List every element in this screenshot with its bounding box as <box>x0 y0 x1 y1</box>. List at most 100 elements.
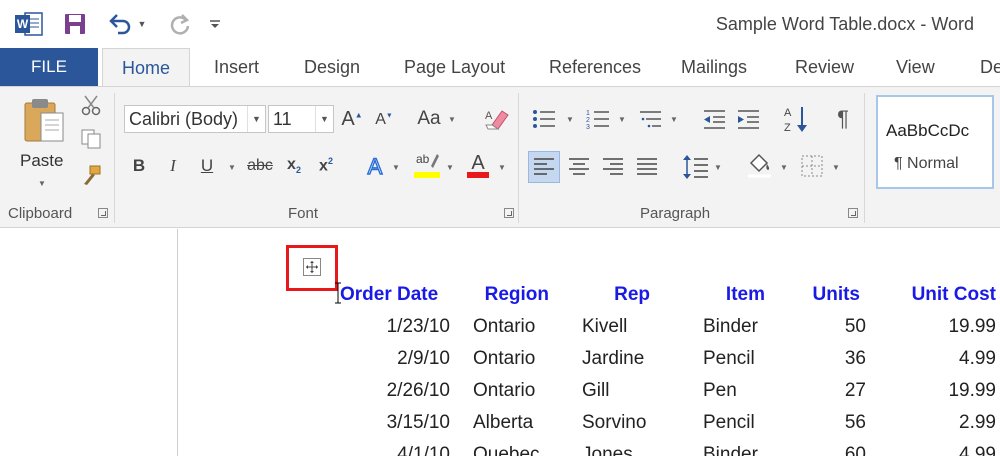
paste-dropdown-icon[interactable]: ▼ <box>38 179 46 188</box>
column-header-region[interactable]: Region <box>485 284 549 306</box>
borders-button[interactable] <box>798 151 826 181</box>
justify-button[interactable] <box>634 153 660 181</box>
table-cell-rep[interactable]: Kivell <box>582 316 627 338</box>
shrink-font-button[interactable]: A▼ <box>372 107 396 133</box>
numbering-dropdown-icon[interactable]: ▼ <box>618 115 626 124</box>
bullets-button[interactable] <box>530 105 558 133</box>
superscript-button[interactable]: x2 <box>314 153 338 179</box>
shading-button[interactable] <box>744 149 774 181</box>
font-family-combo[interactable]: Calibri (Body) ▼ <box>124 105 266 133</box>
multilevel-list-dropdown-icon[interactable]: ▼ <box>670 115 678 124</box>
paste-label[interactable]: Paste <box>20 151 63 171</box>
paragraph-launcher-icon[interactable] <box>848 208 858 218</box>
align-center-button[interactable] <box>566 153 592 181</box>
table-cell-order-date[interactable]: 3/15/10 <box>387 412 450 434</box>
table-move-handle[interactable] <box>303 258 321 276</box>
text-effects-button[interactable]: A <box>362 151 388 181</box>
font-launcher-icon[interactable] <box>504 208 514 218</box>
increase-indent-button[interactable] <box>734 105 762 133</box>
highlight-button[interactable]: ab <box>412 149 442 181</box>
align-right-button[interactable] <box>600 153 626 181</box>
shading-dropdown-icon[interactable]: ▼ <box>780 163 788 172</box>
tab-mailings[interactable]: Mailings <box>681 48 747 86</box>
table-cell-units[interactable]: 27 <box>845 380 866 402</box>
customize-qat-icon[interactable] <box>206 9 224 39</box>
line-spacing-dropdown-icon[interactable]: ▼ <box>714 163 722 172</box>
column-header-item[interactable]: Item <box>726 284 765 306</box>
tab-page-layout[interactable]: Page Layout <box>404 48 505 86</box>
font-size-combo[interactable]: 11 ▼ <box>268 105 334 133</box>
sort-button[interactable]: A Z <box>782 103 810 135</box>
clipboard-launcher-icon[interactable] <box>98 208 108 218</box>
align-left-button[interactable] <box>528 151 560 183</box>
tab-design[interactable]: Design <box>304 48 360 86</box>
column-header-rep[interactable]: Rep <box>614 284 650 306</box>
table-cell-order-date[interactable]: 2/26/10 <box>387 380 450 402</box>
tab-developer[interactable]: De <box>980 48 1000 86</box>
chevron-down-icon[interactable]: ▼ <box>315 106 333 132</box>
table-cell-item[interactable]: Pencil <box>703 348 755 370</box>
underline-dropdown-icon[interactable]: ▼ <box>228 163 236 172</box>
paste-button[interactable] <box>18 93 70 147</box>
undo-button[interactable]: ▼ <box>104 9 150 39</box>
table-cell-region[interactable]: Quebec <box>473 444 540 456</box>
change-case-button[interactable]: Aa <box>414 105 444 133</box>
style-normal-tile[interactable]: AaBbCcDc ¶ Normal <box>876 95 994 189</box>
grow-font-button[interactable]: A▲ <box>340 105 364 133</box>
tab-home[interactable]: Home <box>102 48 190 87</box>
table-cell-unit-cost[interactable]: 19.99 <box>948 316 996 338</box>
text-effects-dropdown-icon[interactable]: ▼ <box>392 163 400 172</box>
cut-button[interactable] <box>78 93 104 117</box>
clear-formatting-button[interactable]: A <box>482 105 510 133</box>
table-cell-unit-cost[interactable]: 4.99 <box>959 444 996 456</box>
table-cell-order-date[interactable]: 2/9/10 <box>397 348 450 370</box>
tab-review[interactable]: Review <box>795 48 854 86</box>
column-header-unit-cost[interactable]: Unit Cost <box>912 284 996 306</box>
bold-button[interactable]: B <box>128 153 150 179</box>
table-cell-units[interactable]: 50 <box>845 316 866 338</box>
table-cell-item[interactable]: Binder <box>703 316 758 338</box>
table-cell-rep[interactable]: Jones <box>582 444 633 456</box>
undo-dropdown-icon[interactable]: ▼ <box>138 19 147 29</box>
decrease-indent-button[interactable] <box>700 105 728 133</box>
table-cell-item[interactable]: Binder <box>703 444 758 456</box>
italic-button[interactable]: I <box>162 153 184 179</box>
table-cell-units[interactable]: 36 <box>845 348 866 370</box>
font-color-dropdown-icon[interactable]: ▼ <box>498 163 506 172</box>
multilevel-list-button[interactable] <box>636 105 664 133</box>
table-cell-item[interactable]: Pencil <box>703 412 755 434</box>
table-cell-region[interactable]: Ontario <box>473 348 535 370</box>
chevron-down-icon[interactable]: ▼ <box>247 106 265 132</box>
table-cell-region[interactable]: Ontario <box>473 316 535 338</box>
table-cell-region[interactable]: Alberta <box>473 412 533 434</box>
table-cell-rep[interactable]: Gill <box>582 380 609 402</box>
column-header-units[interactable]: Units <box>813 284 861 306</box>
table-cell-unit-cost[interactable]: 4.99 <box>959 348 996 370</box>
tab-file[interactable]: FILE <box>0 48 98 86</box>
format-painter-button[interactable] <box>78 163 104 187</box>
table-cell-item[interactable]: Pen <box>703 380 737 402</box>
word-app-icon[interactable]: W <box>14 9 44 39</box>
borders-dropdown-icon[interactable]: ▼ <box>832 163 840 172</box>
tab-insert[interactable]: Insert <box>214 48 259 86</box>
copy-button[interactable] <box>78 127 104 151</box>
underline-button[interactable]: U <box>196 153 218 179</box>
table-cell-rep[interactable]: Sorvino <box>582 412 646 434</box>
table-cell-units[interactable]: 60 <box>845 444 866 456</box>
numbering-button[interactable]: 1 2 3 <box>584 105 612 133</box>
table-cell-unit-cost[interactable]: 2.99 <box>959 412 996 434</box>
column-header-order-date[interactable]: Order Date <box>340 284 438 306</box>
show-formatting-button[interactable]: ¶ <box>830 105 856 133</box>
highlight-dropdown-icon[interactable]: ▼ <box>446 163 454 172</box>
tab-references[interactable]: References <box>549 48 641 86</box>
subscript-button[interactable]: x2 <box>282 153 306 179</box>
table-cell-units[interactable]: 56 <box>845 412 866 434</box>
save-button[interactable] <box>62 9 88 39</box>
line-spacing-button[interactable] <box>680 151 710 183</box>
table-cell-order-date[interactable]: 1/23/10 <box>387 316 450 338</box>
table-cell-order-date[interactable]: 4/1/10 <box>397 444 450 456</box>
change-case-dropdown-icon[interactable]: ▼ <box>448 115 456 124</box>
strikethrough-button[interactable]: abc <box>244 153 276 179</box>
table-cell-rep[interactable]: Jardine <box>582 348 644 370</box>
table-cell-unit-cost[interactable]: 19.99 <box>948 380 996 402</box>
